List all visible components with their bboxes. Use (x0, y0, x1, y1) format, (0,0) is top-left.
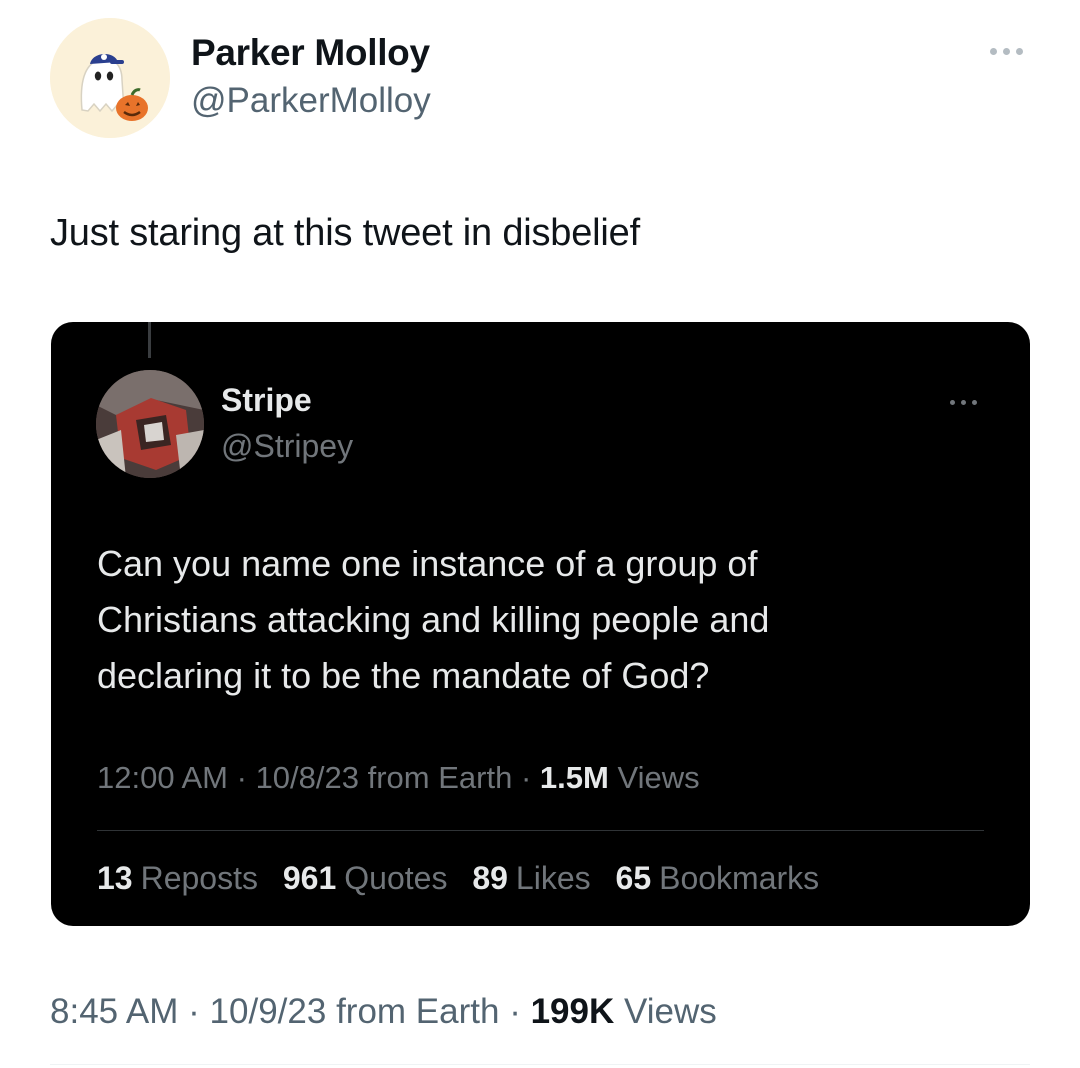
stat-likes[interactable]: 89 Likes (472, 858, 590, 898)
separator: · (520, 760, 532, 795)
outer-time[interactable]: 8:45 AM (50, 992, 178, 1031)
outer-date[interactable]: 10/9/23 (210, 992, 327, 1031)
more-options-icon[interactable] (990, 48, 1024, 58)
robot-figure-avatar-icon[interactable] (96, 370, 204, 478)
quoted-tweet-meta: 12:00 AM · 10/8/23 from Earth · 1.5M Vie… (97, 758, 700, 798)
outer-tweet-text: Just staring at this tweet in disbelief (50, 212, 640, 254)
quoted-text-line: Can you name one instance of a group of (97, 543, 758, 584)
stat-quotes[interactable]: 961 Quotes (283, 858, 448, 898)
quoted-views-count: 1.5M (539, 760, 609, 795)
quoted-tweet-card[interactable]: Stripe @Stripey Can you name one instanc… (51, 322, 1030, 926)
stat-reposts[interactable]: 13 Reposts (97, 858, 258, 898)
quoted-text-line: declaring it to be the mandate of God? (97, 655, 710, 696)
separator: · (509, 992, 521, 1031)
quoted-date[interactable]: 10/8/23 (256, 760, 359, 795)
quoted-tweet-text: Can you name one instance of a group of … (97, 536, 977, 704)
stat-label: Bookmarks (659, 860, 820, 896)
thread-line (148, 322, 151, 358)
outer-handle[interactable]: @ParkerMolloy (191, 78, 431, 124)
stat-count: 961 (282, 860, 337, 896)
stat-label: Quotes (344, 860, 448, 896)
more-options-icon[interactable] (950, 400, 980, 408)
quoted-handle[interactable]: @Stripey (221, 426, 353, 466)
divider (50, 1064, 1030, 1065)
outer-display-name[interactable]: Parker Molloy (191, 30, 431, 76)
quoted-source: from Earth (367, 760, 513, 795)
quoted-text-line: Christians attacking and killing people … (97, 599, 770, 640)
divider (97, 830, 984, 831)
stat-count: 89 (472, 860, 508, 896)
quoted-time[interactable]: 12:00 AM (97, 760, 228, 795)
quoted-display-name[interactable]: Stripe (221, 380, 353, 420)
stat-count: 13 (97, 860, 133, 896)
outer-views-count: 199K (530, 992, 615, 1031)
outer-tweet-header: Parker Molloy @ParkerMolloy (50, 18, 1030, 138)
ghost-pumpkin-avatar-icon[interactable] (50, 18, 170, 138)
outer-tweet-meta: 8:45 AM · 10/9/23 from Earth · 199K View… (50, 990, 717, 1034)
separator: · (188, 992, 200, 1031)
outer-views-label: Views (623, 992, 717, 1031)
stat-bookmarks[interactable]: 65 Bookmarks (616, 858, 820, 898)
outer-author-names: Parker Molloy @ParkerMolloy (191, 30, 431, 124)
quoted-author-names: Stripe @Stripey (221, 380, 353, 466)
stat-label: Reposts (140, 860, 258, 896)
quoted-views-label: Views (617, 760, 700, 795)
stat-label: Likes (515, 860, 591, 896)
outer-source: from Earth (336, 992, 500, 1031)
separator: · (236, 760, 247, 795)
stat-count: 65 (615, 860, 652, 896)
quoted-tweet-stats: 13 Reposts 961 Quotes 89 Likes 65 Bookmarks (97, 858, 835, 898)
